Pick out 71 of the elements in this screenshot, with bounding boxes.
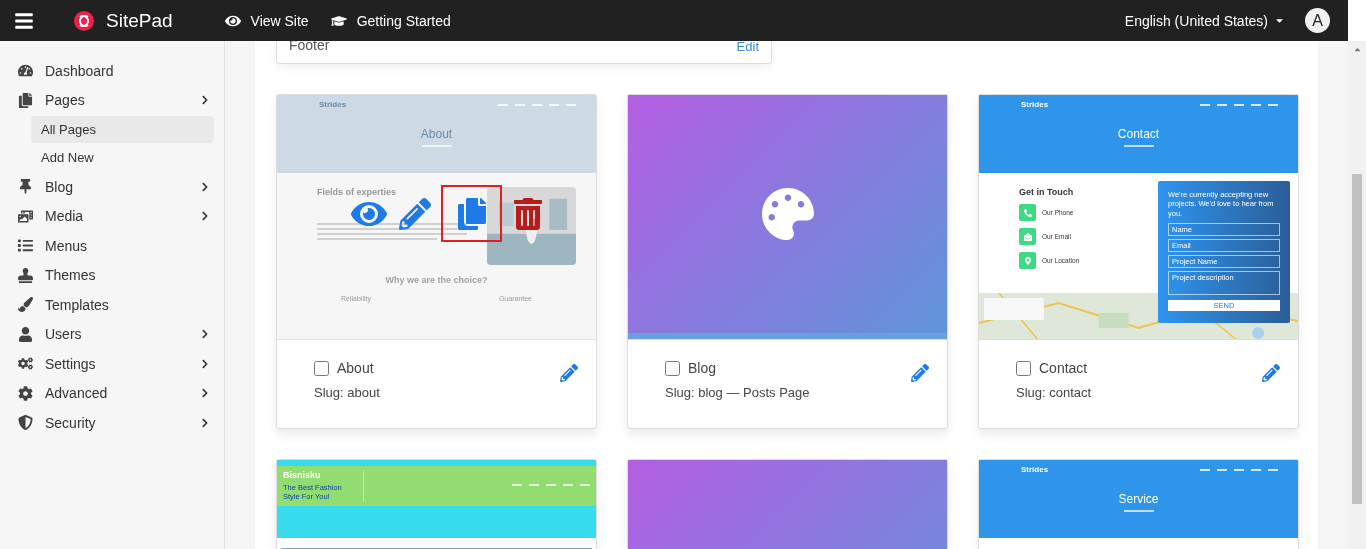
page-checkbox[interactable]	[665, 360, 680, 376]
sidebar-item[interactable]: Blog	[18, 172, 214, 202]
section-heading: Get in Touch	[1019, 187, 1075, 197]
topbar-link[interactable]: View Site	[224, 12, 309, 29]
pencil-icon	[399, 197, 431, 230]
sidebar-item[interactable]: Menus	[18, 231, 214, 261]
pages-icon	[18, 92, 33, 108]
site-title: Strides	[1021, 465, 1049, 474]
envelope-icon	[1019, 228, 1036, 245]
edit-link[interactable]: Edit	[736, 41, 759, 54]
scroll-up-icon[interactable]	[1352, 45, 1362, 54]
sidebar-item[interactable]: Themes	[18, 260, 214, 290]
edit-icon[interactable]	[911, 364, 929, 382]
sidebar-item[interactable]: Advanced	[18, 378, 214, 408]
site-title: Strides	[1021, 100, 1049, 109]
user-icon	[18, 326, 33, 342]
list-icon	[18, 238, 33, 254]
edit-icon[interactable]	[560, 364, 578, 382]
sidebar-item[interactable]: Media	[18, 201, 214, 231]
menu-icon[interactable]	[14, 10, 34, 31]
gauge-icon	[18, 63, 33, 79]
page-title: Contact	[1039, 360, 1088, 376]
gear-icon	[18, 385, 33, 401]
page-slug: Slug: blog — Posts Page	[665, 385, 811, 400]
sidebar-item[interactable]: Templates	[18, 290, 214, 320]
chevron-icon	[200, 388, 210, 399]
gears-icon	[18, 356, 33, 372]
page-title: About	[337, 360, 374, 376]
stamp-icon	[18, 267, 33, 283]
chevron-icon	[200, 358, 210, 369]
section-label: Footer	[289, 41, 330, 53]
section-heading: Fields of experties	[317, 187, 398, 197]
site-title: Bisnisku	[283, 470, 322, 480]
language-dropdown[interactable]: English (United States)	[1118, 11, 1291, 30]
scrollbar[interactable]	[1348, 41, 1366, 549]
edit-icon[interactable]	[1262, 364, 1280, 382]
media-icon	[18, 208, 33, 224]
page-slug: Slug: about	[314, 385, 381, 400]
sidebar-item[interactable]: Pages	[18, 85, 214, 115]
site-title: Strides	[319, 100, 347, 109]
hero-heading: About	[419, 127, 454, 141]
hero-heading: Service	[1117, 492, 1160, 506]
submenu-item[interactable]: All Pages	[31, 116, 214, 143]
copy-icon	[455, 197, 488, 230]
sidebar-item[interactable]: Security	[18, 408, 214, 438]
shield-icon	[18, 415, 33, 431]
topbar-link[interactable]: Getting Started	[330, 12, 451, 29]
sidebar-item[interactable]: Users	[18, 319, 214, 349]
sidebar-item[interactable]: Dashboard	[18, 56, 214, 86]
chevron-icon	[200, 95, 210, 106]
page-slug: Slug: contact	[1016, 385, 1093, 400]
brush-icon	[18, 297, 33, 313]
chevron-icon	[200, 329, 210, 340]
trash-icon	[512, 197, 544, 230]
chevron-icon	[200, 211, 210, 222]
page-checkbox[interactable]	[314, 360, 329, 376]
page-title: Blog	[688, 360, 717, 376]
user-avatar[interactable]: A	[1305, 8, 1330, 33]
brand-name: SitePad	[106, 9, 173, 32]
submenu-item[interactable]: Add New	[31, 144, 214, 171]
logo-icon	[72, 8, 96, 33]
page-checkbox[interactable]	[1016, 360, 1031, 376]
sidebar-item[interactable]: Settings	[18, 349, 214, 379]
duplicate-button[interactable]	[441, 185, 502, 242]
section-heading: Why we are the choice?	[384, 275, 489, 285]
chevron-icon	[200, 181, 210, 192]
chevron-icon	[200, 417, 210, 428]
hero-heading: Contact	[1116, 127, 1161, 141]
pin-icon	[18, 179, 33, 195]
phone-icon	[1019, 204, 1036, 221]
location-icon	[1019, 252, 1036, 269]
